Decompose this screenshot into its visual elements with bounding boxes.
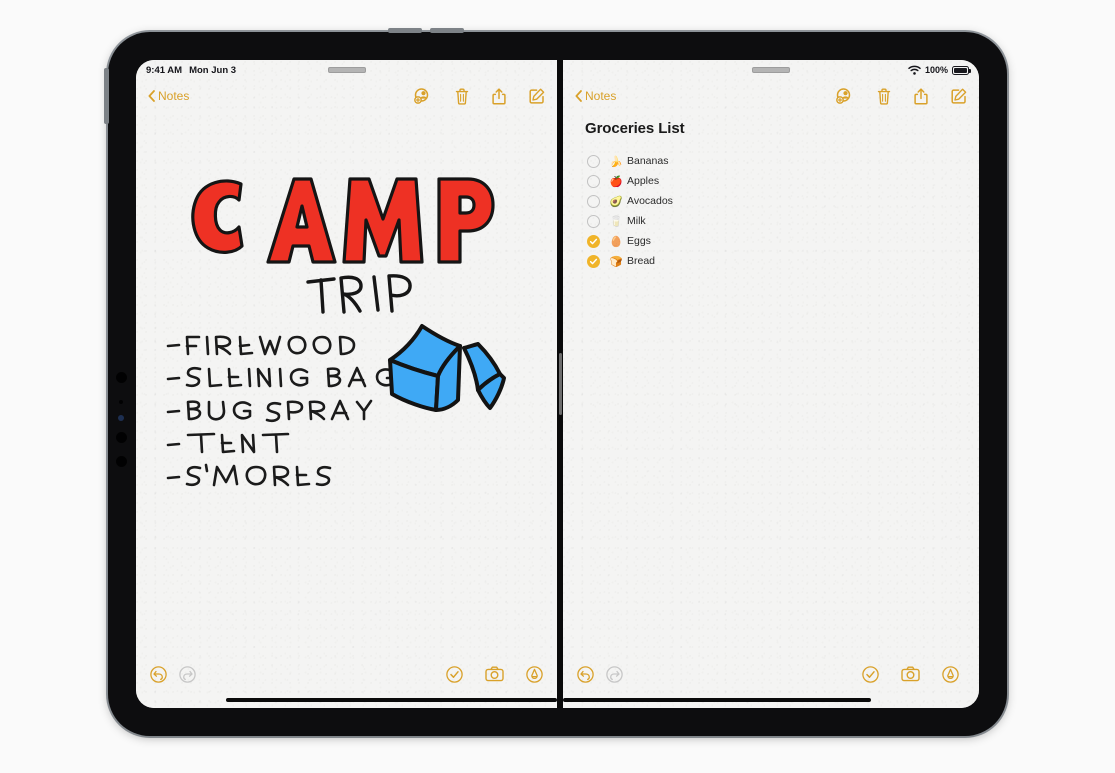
markup-pen-icon[interactable] <box>526 665 543 683</box>
chevron-left-icon <box>148 90 155 102</box>
home-indicator-left <box>226 698 557 702</box>
screen: 9:41 AM Mon Jun 3 Notes 100% Notes Groce… <box>136 60 979 708</box>
speaker-hole <box>116 456 127 467</box>
checklist-item-label: Milk <box>627 215 646 227</box>
nav-bar-left: Notes <box>136 80 557 112</box>
redo-icon <box>606 665 623 683</box>
redo-icon <box>179 665 196 683</box>
bottom-toolbar-right <box>563 660 979 688</box>
groceries-checklist: 🍌 Bananas 🍎 Apples 🥑 Avocados 🥛 Milk 🥚 Eggs 🍞 Bread <box>587 151 979 271</box>
power-button[interactable] <box>104 68 109 124</box>
checklist-item-emoji: 🍎 <box>609 175 623 188</box>
battery-full-icon <box>952 65 971 75</box>
checklist-item[interactable]: 🥛 Milk <box>587 211 979 231</box>
markup-pen-icon[interactable] <box>942 665 959 683</box>
ipad-device: 9:41 AM Mon Jun 3 Notes 100% Notes Groce… <box>104 28 1007 736</box>
nav-bar-right: Notes <box>563 80 979 112</box>
back-to-notes-button-left[interactable]: Notes <box>148 89 189 103</box>
speaker-hole <box>119 400 123 404</box>
chevron-left-icon <box>575 90 582 102</box>
status-time: 9:41 AM <box>146 64 183 76</box>
checklist-item-emoji: 🍞 <box>609 255 623 268</box>
split-view-grabber[interactable] <box>558 353 562 415</box>
undo-icon[interactable] <box>577 665 594 683</box>
nav-icons-right <box>836 87 967 105</box>
checklist-item-label: Apples <box>627 175 660 187</box>
checklist-item-emoji: 🥚 <box>609 235 623 248</box>
checkbox-unchecked-icon[interactable] <box>587 174 600 188</box>
compose-icon[interactable] <box>951 88 967 104</box>
checklist-icon[interactable] <box>862 665 879 683</box>
collaborate-icon[interactable] <box>414 88 432 104</box>
left-pane-camp-note: 9:41 AM Mon Jun 3 Notes <box>136 60 557 708</box>
volume-down-button[interactable] <box>430 28 464 33</box>
speaker-hole <box>116 372 127 383</box>
compose-icon[interactable] <box>529 88 545 104</box>
back-label-left: Notes <box>158 89 190 103</box>
trash-icon[interactable] <box>877 88 891 105</box>
undo-icon[interactable] <box>150 665 167 683</box>
camp-title-drawing <box>191 177 495 264</box>
checklist-item-emoji: 🥛 <box>609 215 623 228</box>
checkbox-unchecked-icon[interactable] <box>587 214 600 228</box>
collaborate-icon[interactable] <box>836 88 854 104</box>
checkbox-checked-icon[interactable] <box>587 254 600 268</box>
bottom-toolbar-left <box>136 660 557 688</box>
trash-icon[interactable] <box>455 88 469 105</box>
checklist-item-emoji: 🍌 <box>609 155 623 168</box>
checklist-icon[interactable] <box>446 665 463 683</box>
checklist-item-label: Eggs <box>627 235 651 247</box>
back-label-right: Notes <box>585 89 617 103</box>
note-title: Groceries List <box>585 120 685 137</box>
share-icon[interactable] <box>914 87 928 105</box>
checklist-item-emoji: 🥑 <box>609 195 623 208</box>
right-pane-groceries-note: 100% Notes Groceries List 🍌 Bananas 🍎 Ap… <box>563 60 979 708</box>
checklist-item[interactable]: 🥚 Eggs <box>587 231 979 251</box>
checkbox-checked-icon[interactable] <box>587 234 600 248</box>
speaker-hole <box>116 432 127 443</box>
checklist-item[interactable]: 🍞 Bread <box>587 251 979 271</box>
nav-icons-left <box>414 87 545 105</box>
multitasking-grabber[interactable] <box>327 67 366 73</box>
multitasking-grabber[interactable] <box>752 67 790 73</box>
tent-drawing <box>388 324 506 412</box>
indicator-light <box>118 415 124 421</box>
volume-up-button[interactable] <box>388 28 422 33</box>
checkbox-unchecked-icon[interactable] <box>587 194 600 208</box>
checklist-item-label: Bananas <box>627 155 669 167</box>
checklist-item[interactable]: 🥑 Avocados <box>587 191 979 211</box>
status-date: Mon Jun 3 <box>189 64 237 76</box>
share-icon[interactable] <box>492 87 506 105</box>
checklist-item[interactable]: 🍎 Apples <box>587 171 979 191</box>
camera-icon[interactable] <box>485 666 504 682</box>
back-to-notes-button-right[interactable]: Notes <box>575 89 616 103</box>
battery-percent: 100% <box>924 65 948 75</box>
checklist-item-label: Bread <box>627 255 656 267</box>
wifi-icon <box>908 65 921 75</box>
checkbox-unchecked-icon[interactable] <box>587 154 600 168</box>
checklist-item-label: Avocados <box>627 195 673 207</box>
home-indicator-right <box>563 698 871 702</box>
checklist-item[interactable]: 🍌 Bananas <box>587 151 979 171</box>
camera-icon[interactable] <box>901 666 920 682</box>
